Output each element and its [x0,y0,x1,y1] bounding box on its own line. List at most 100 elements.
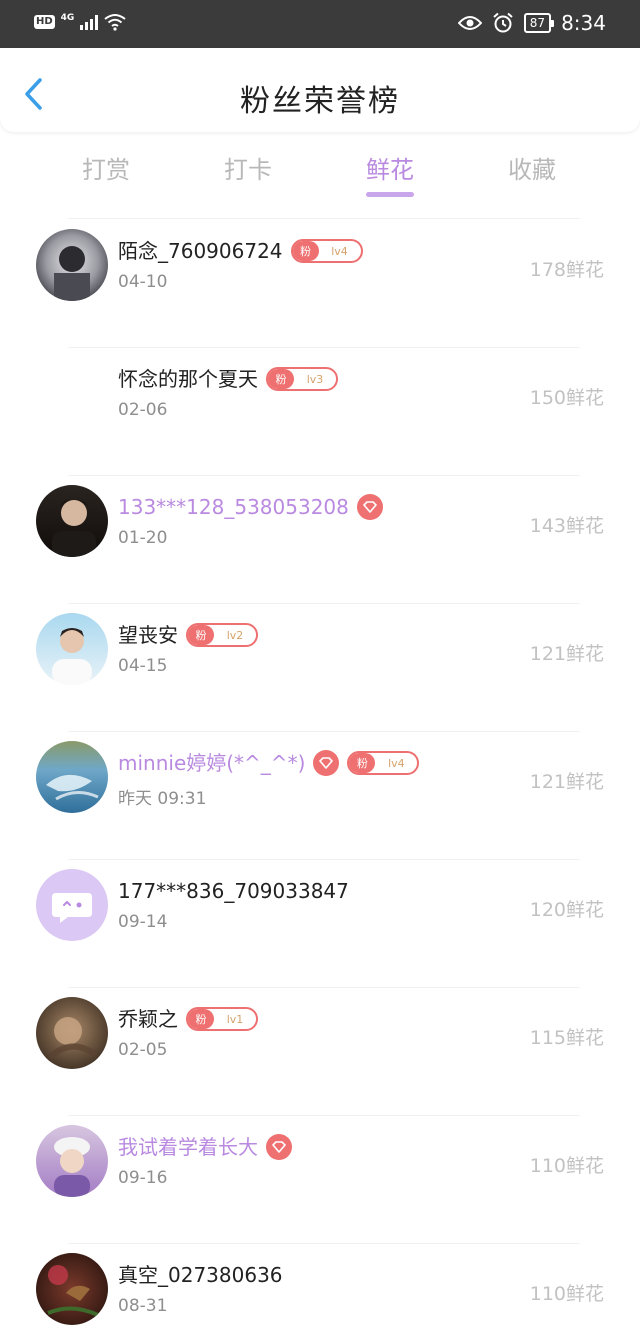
user-name[interactable]: 177***836_709033847 [118,878,349,904]
ranking-row[interactable]: 133***128_538053208 01-20 143鲜花 [0,476,640,604]
avatar-image [36,229,108,301]
avatar-image [36,997,108,1069]
diamond-icon [319,757,334,769]
fan-level-badge: 粉 lv4 [347,751,420,775]
avatar-image [36,485,108,557]
header: 粉丝荣誉榜 [0,48,640,132]
row-date: 04-10 [118,272,168,292]
eye-icon [457,16,482,30]
page-title: 粉丝荣誉榜 [240,84,400,119]
avatar-image [36,613,108,685]
tab-reward[interactable]: 打赏 [56,150,156,185]
diamond-icon [363,501,377,513]
avatar[interactable] [36,997,108,1069]
avatar[interactable] [36,869,108,941]
ranking-row[interactable]: 陌念_760906724 粉 lv4 04-10 178鲜花 [0,220,640,348]
flower-count: 143鲜花 [529,515,604,537]
ranking-row[interactable]: 乔颖之 粉 lv1 02-05 115鲜花 [0,988,640,1116]
avatar-image [36,1253,108,1325]
fan-label: 粉 [349,753,376,773]
row-date: 01-20 [118,528,168,548]
tab-checkin[interactable]: 打卡 [198,150,298,185]
fan-label: 粉 [268,369,294,389]
row-date: 09-16 [118,1168,168,1188]
name-line: 177***836_709033847 [118,878,349,904]
name-line: 望丧安 粉 lv2 [118,622,258,648]
avatar[interactable] [36,485,108,557]
user-name[interactable]: minnie婷婷(*^_^*) [118,750,305,776]
avatar-image [36,1125,108,1197]
tab-active-indicator [366,192,414,197]
flower-count: 115鲜花 [529,1027,604,1049]
vip-badge [313,750,340,776]
avatar[interactable] [36,229,108,301]
ranking-row[interactable]: 望丧安 粉 lv2 04-15 121鲜花 [0,604,640,732]
user-name[interactable]: 陌念_760906724 [118,238,283,264]
hd-icon: HD [34,15,55,29]
flower-count: 121鲜花 [529,643,604,665]
tab-bar: 打赏 打卡 鲜花 收藏 [0,140,640,204]
name-line: 陌念_760906724 粉 lv4 [118,238,363,264]
user-name[interactable]: 我试着学着长大 [118,1134,258,1160]
tab-favorites[interactable]: 收藏 [482,150,582,185]
user-name[interactable]: 望丧安 [118,622,178,648]
avatar[interactable] [36,613,108,685]
battery-icon: 87 [523,13,555,33]
user-name[interactable]: 怀念的那个夏天 [118,366,258,392]
flower-count: 120鲜花 [529,899,604,921]
tab-flowers[interactable]: 鲜花 [340,150,440,197]
row-date: 09-14 [118,912,168,932]
row-date: 02-06 [118,400,168,420]
alarm-icon [493,12,513,33]
ranking-row[interactable]: 我试着学着长大 09-16 110鲜花 [0,1116,640,1244]
row-date: 02-05 [118,1040,168,1060]
fan-level-badge: 粉 lv4 [290,239,363,263]
name-line: 133***128_538053208 [118,494,383,520]
name-line: 乔颖之 粉 lv1 [118,1006,258,1032]
fan-level: lv4 [388,756,405,770]
ranking-row[interactable]: minnie婷婷(*^_^*) 粉 lv4 昨天 09:31 121鲜花 [0,732,640,860]
flower-count: 150鲜花 [529,387,604,409]
status-time: 8:34 [561,11,606,35]
flower-count: 110鲜花 [529,1283,604,1305]
name-line: 怀念的那个夏天 粉 lv3 [118,366,338,392]
user-name[interactable]: 133***128_538053208 [118,494,349,520]
fan-level: lv2 [226,628,244,642]
fan-level: lv1 [226,1012,244,1026]
avatar-image [36,741,108,813]
avatar[interactable] [36,357,108,429]
fan-label: 粉 [188,625,214,645]
name-line: 我试着学着长大 [118,1134,292,1160]
avatar[interactable] [36,741,108,813]
row-date: 04-15 [118,656,168,676]
user-name[interactable]: 真空_027380636 [118,1262,283,1288]
flower-count: 121鲜花 [529,771,604,793]
fan-label: 粉 [292,241,319,261]
ranking-list: 陌念_760906724 粉 lv4 04-10 178鲜花 怀念的那个夏天 粉… [0,220,640,1330]
ranking-row[interactable]: 真空_027380636 08-31 110鲜花 [0,1244,640,1330]
fan-level: lv3 [306,372,324,386]
avatar[interactable] [36,1125,108,1197]
row-date: 08-31 [118,1296,168,1316]
fan-label: 粉 [188,1009,214,1029]
status-right: 87 8:34 [457,11,606,35]
fan-level: lv4 [331,244,348,258]
flower-count: 110鲜花 [529,1155,604,1177]
status-bar: HD 4G 87 8:34 [0,0,640,48]
ranking-row[interactable]: 177***836_709033847 09-14 120鲜花 [0,860,640,988]
row-date: 昨天 09:31 [118,789,207,809]
fan-level-badge: 粉 lv2 [186,623,258,647]
default-avatar-icon [36,869,108,941]
status-left: HD 4G [34,13,126,31]
tab-flowers-label: 鲜花 [366,156,414,184]
ranking-row[interactable]: 怀念的那个夏天 粉 lv3 02-06 150鲜花 [0,348,640,476]
name-line: minnie婷婷(*^_^*) 粉 lv4 [118,750,420,776]
fan-level-badge: 粉 lv1 [186,1007,258,1031]
network-type: 4G [60,13,75,23]
name-line: 真空_027380636 [118,1262,283,1288]
flower-count: 178鲜花 [529,259,604,281]
tab-divider [68,218,580,219]
user-name[interactable]: 乔颖之 [118,1006,178,1032]
avatar[interactable] [36,1253,108,1325]
signal-icon [80,14,99,30]
